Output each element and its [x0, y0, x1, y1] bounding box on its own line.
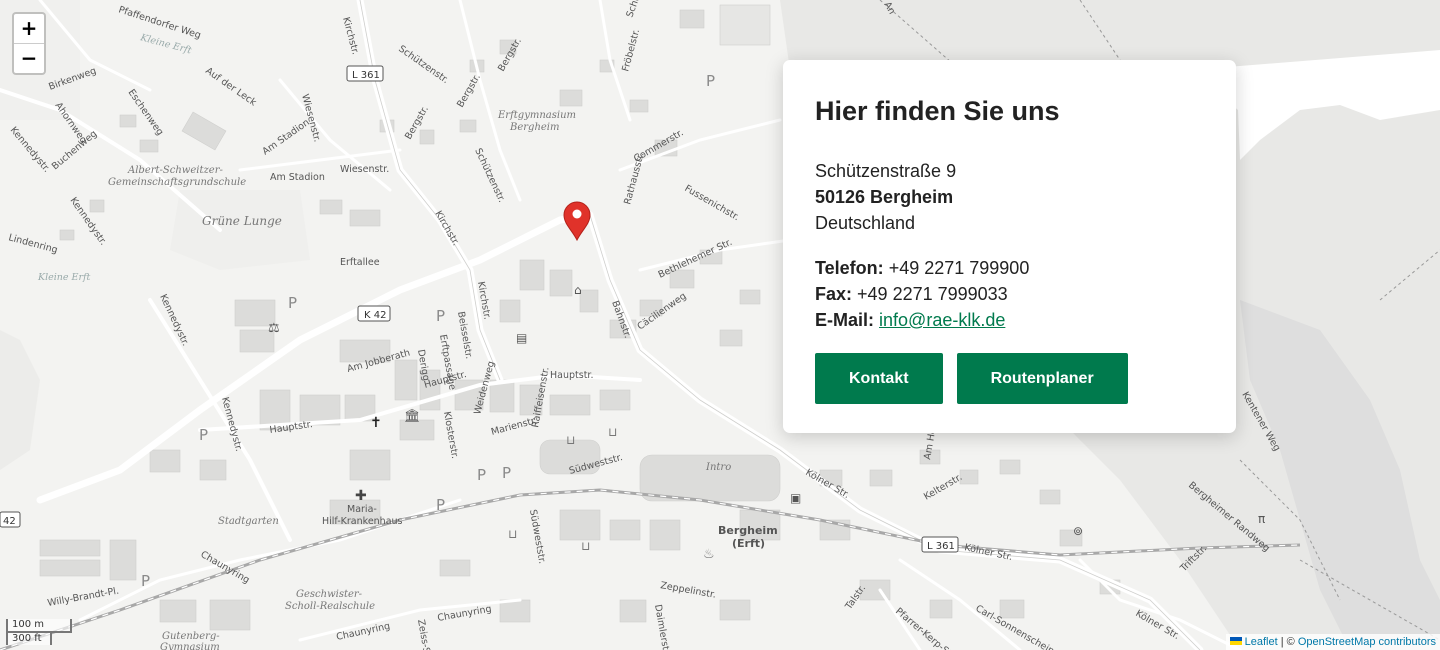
address-street: Schützenstraße 9 — [815, 161, 957, 181]
ukraine-flag-icon — [1229, 637, 1242, 645]
card-buttons: Kontakt Routenplaner — [815, 353, 1204, 404]
label-kleine-erft-mid: Kleine Erft — [37, 272, 91, 283]
shop-icon: ⊔ — [581, 539, 590, 553]
label-bergheim-2: (Erft) — [732, 537, 765, 550]
contact-block: Telefon: +49 2271 799900 Fax: +49 2271 7… — [815, 255, 1204, 333]
zoom-in-button[interactable]: + — [14, 14, 44, 44]
scale-imperial: 300 ft — [6, 631, 52, 645]
parking-icon: P — [477, 466, 486, 484]
label-l361-bot: L 361 — [927, 541, 955, 552]
label-geschwister-2: Scholl-Realschule — [285, 601, 375, 612]
address-country: Deutschland — [815, 213, 916, 233]
attribution-separator: | © — [1277, 636, 1298, 648]
label-erftallee: Erftallee — [340, 257, 380, 268]
email-label: E-Mail: — [815, 310, 875, 330]
label-k42-left: 42 — [3, 516, 16, 527]
fax-label: Fax: — [815, 284, 853, 304]
osm-link[interactable]: OpenStreetMap contributors — [1298, 636, 1436, 648]
label-erftgym-2: Bergheim — [509, 122, 560, 133]
label-gutenberg-1: Gutenberg- — [162, 631, 220, 642]
label-bergheim-1: Bergheim — [718, 524, 778, 537]
label-albert-2: Gemeinschaftsgrundschule — [108, 177, 246, 188]
label-gutenberg-2: Gymnasium — [160, 642, 220, 650]
leaflet-link[interactable]: Leaflet — [1245, 636, 1278, 648]
label-maria-1: Maria- — [347, 504, 377, 515]
zoom-out-button[interactable]: − — [14, 44, 44, 73]
card-title: Hier finden Sie uns — [815, 96, 1060, 126]
label-geschwister-1: Geschwister- — [296, 589, 363, 600]
parking-icon: P — [502, 464, 511, 482]
parking-icon: P — [706, 72, 715, 90]
picnic-icon: π — [1258, 512, 1265, 526]
label-wiesenstr-2: Wiesenstr. — [340, 164, 389, 175]
zoom-control: + − — [12, 12, 46, 75]
shop-icon: ⊔ — [566, 433, 575, 447]
library-icon: ▤ — [516, 331, 527, 345]
map-attribution: Leaflet | © OpenStreetMap contributors — [1225, 634, 1440, 650]
townhall-icon: ⌂ — [574, 283, 582, 297]
fire-station-icon: ♨ — [703, 547, 715, 562]
contact-button[interactable]: Kontakt — [815, 353, 943, 404]
label-gruene-lunge: Grüne Lunge — [202, 214, 282, 228]
church-icon: ✝ — [370, 415, 382, 431]
parking-icon: P — [436, 496, 445, 514]
address-city: 50126 Bergheim — [815, 187, 954, 207]
scale-metric: 100 m — [6, 619, 72, 633]
shop-icon: ⊔ — [508, 527, 517, 541]
route-planner-button[interactable]: Routenplaner — [956, 353, 1128, 404]
email-link[interactable]: info@rae-klk.de — [879, 310, 1005, 330]
label-am-stadion-2: Am Stadion — [270, 172, 325, 183]
hospital-icon: ✚ — [355, 488, 367, 504]
bus-icon: ▣ — [790, 491, 801, 505]
tower-icon: ⊚ — [1073, 524, 1083, 538]
fax-number: +49 2271 7999033 — [857, 284, 1008, 304]
label-hauptstr-2: Hauptstr. — [550, 370, 593, 381]
location-card: Hier finden Sie uns Schützenstraße 9 501… — [783, 60, 1236, 433]
shop-icon: ⊔ — [608, 425, 617, 439]
parking-icon: P — [141, 572, 150, 590]
phone-label: Telefon: — [815, 258, 884, 278]
parking-icon: P — [199, 426, 208, 444]
label-intro: Intro — [705, 462, 731, 473]
parking-icon: P — [436, 307, 445, 325]
map-scale: 100 m 300 ft — [6, 619, 72, 645]
parking-icon: P — [288, 294, 297, 312]
label-l361-top: L 361 — [352, 70, 380, 81]
label-stadtgarten: Stadtgarten — [218, 516, 279, 527]
label-albert-1: Albert-Schweitzer- — [127, 165, 223, 176]
court-icon: ⚖ — [268, 321, 280, 336]
address-block: Schützenstraße 9 50126 Bergheim Deutschl… — [815, 158, 1204, 236]
label-k42: K 42 — [364, 310, 386, 321]
label-erftgym-1: Erftgymnasium — [497, 110, 576, 121]
label-maria-2: Hilf-Krankenhaus — [322, 516, 403, 527]
phone-number: +49 2271 799900 — [888, 258, 1030, 278]
museum-icon: 🏛 — [404, 408, 421, 424]
